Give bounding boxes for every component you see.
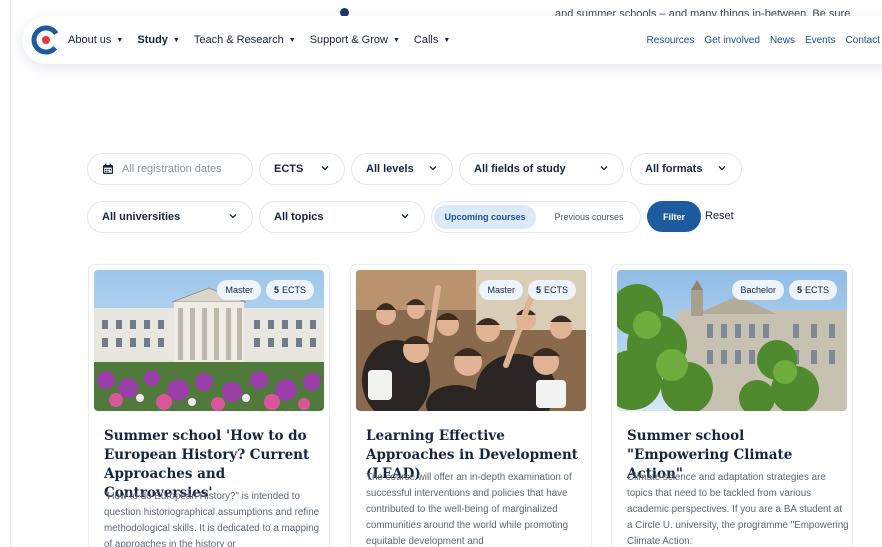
chevron-down-icon: ▼ — [172, 36, 180, 44]
ects-badge-value: 5 — [535, 285, 541, 295]
ects-badge-value: 5 — [273, 285, 279, 295]
course-card[interactable]: Bachelor 5 ECTS Summer school "Empowering… — [611, 264, 853, 547]
topics-select-value: All topics — [274, 211, 324, 223]
course-card[interactable]: Master 5 ECTS Learning Effective Approach… — [350, 264, 592, 547]
ects-badge-unit: ECTS — [804, 285, 829, 295]
course-image: Master 5 ECTS — [94, 270, 324, 411]
toggle-previous-courses[interactable]: Previous courses — [542, 205, 636, 229]
chevron-down-icon — [429, 166, 437, 171]
course-description: Climate science and adaptation strategie… — [627, 472, 849, 547]
nav-label: Study — [137, 34, 168, 46]
fields-select-value: All fields of study — [474, 163, 566, 175]
calendar-icon — [103, 163, 113, 174]
course-badges: Master 5 ECTS — [474, 280, 576, 300]
chevron-down-icon — [401, 214, 409, 219]
levels-select[interactable]: All levels — [351, 153, 453, 185]
ects-badge-unit: ECTS — [281, 285, 306, 295]
universities-select[interactable]: All universities — [87, 201, 253, 233]
universities-select-value: All universities — [102, 211, 181, 223]
course-badges: Master 5 ECTS — [212, 280, 314, 300]
ects-badge: 5 ECTS — [788, 280, 837, 300]
chevron-down-icon: ▼ — [392, 36, 400, 44]
levels-select-value: All levels — [366, 163, 414, 175]
level-badge: Bachelor — [732, 280, 784, 300]
course-image: Master 5 ECTS — [356, 270, 586, 411]
chevron-down-icon — [229, 214, 237, 219]
reset-button[interactable]: Reset — [705, 210, 734, 222]
course-image: Bachelor 5 ECTS — [617, 270, 847, 411]
ects-badge-unit: ECTS — [543, 285, 568, 295]
chevron-down-icon — [321, 166, 329, 171]
registration-dates-placeholder: All registration dates — [122, 163, 222, 175]
formats-select-value: All formats — [645, 163, 703, 175]
chevron-down-icon — [600, 166, 608, 171]
filter-button[interactable]: Filter — [647, 201, 701, 232]
chevron-down-icon: ▼ — [288, 36, 296, 44]
toggle-upcoming-courses[interactable]: Upcoming courses — [434, 205, 536, 229]
link-contact[interactable]: Contact — [846, 35, 880, 46]
link-news[interactable]: News — [770, 35, 795, 46]
nav-label: About us — [68, 34, 112, 46]
page: and summer schools – and many things in-… — [0, 0, 882, 547]
link-events[interactable]: Events — [805, 35, 836, 46]
course-description: The course will offer an in-depth examin… — [366, 472, 572, 547]
nav-teach-research[interactable]: Teach & Research ▼ — [194, 34, 296, 46]
page-edge — [10, 0, 11, 547]
formats-select[interactable]: All formats — [630, 153, 742, 185]
link-get-involved[interactable]: Get involved — [704, 35, 760, 46]
nav-study[interactable]: Study ▼ — [137, 34, 180, 46]
nav-about-us[interactable]: About us ▼ — [68, 34, 123, 46]
link-resources[interactable]: Resources — [647, 35, 695, 46]
course-timing-toggle: Upcoming courses Previous courses — [431, 201, 641, 233]
level-badge: Master — [217, 280, 261, 300]
registration-dates-input[interactable]: All registration dates — [87, 153, 253, 185]
ects-badge-value: 5 — [796, 285, 802, 295]
circle-u-logo[interactable] — [30, 24, 62, 56]
course-badges: Bachelor 5 ECTS — [727, 280, 837, 300]
fields-of-study-select[interactable]: All fields of study — [459, 153, 624, 185]
nav-calls[interactable]: Calls ▼ — [414, 34, 450, 46]
topics-select[interactable]: All topics — [259, 201, 425, 233]
course-description: "How to do European History?" is intende… — [104, 491, 320, 547]
nav-label: Teach & Research — [193, 34, 284, 46]
ects-select[interactable]: ECTS — [259, 153, 345, 185]
chevron-down-icon: ▼ — [443, 36, 451, 44]
level-badge: Master — [479, 280, 523, 300]
nav-support-grow[interactable]: Support & Grow ▼ — [310, 34, 400, 46]
course-card[interactable]: Master 5 ECTS Summer school 'How to do Eu… — [88, 264, 330, 547]
utility-nav: Resources Get involved News Events Conta… — [637, 16, 880, 64]
chevron-down-icon — [718, 166, 726, 171]
main-nav: About us ▼ Study ▼ Teach & Research ▼ Suppo… — [68, 16, 464, 64]
ects-badge: 5 ECTS — [265, 280, 314, 300]
ects-badge: 5 ECTS — [527, 280, 576, 300]
chevron-down-icon: ▼ — [116, 36, 124, 44]
ects-select-value: ECTS — [274, 163, 304, 175]
nav-label: Support & Grow — [309, 34, 388, 46]
nav-label: Calls — [413, 34, 439, 46]
site-header: About us ▼ Study ▼ Teach & Research ▼ Suppo… — [22, 16, 882, 64]
